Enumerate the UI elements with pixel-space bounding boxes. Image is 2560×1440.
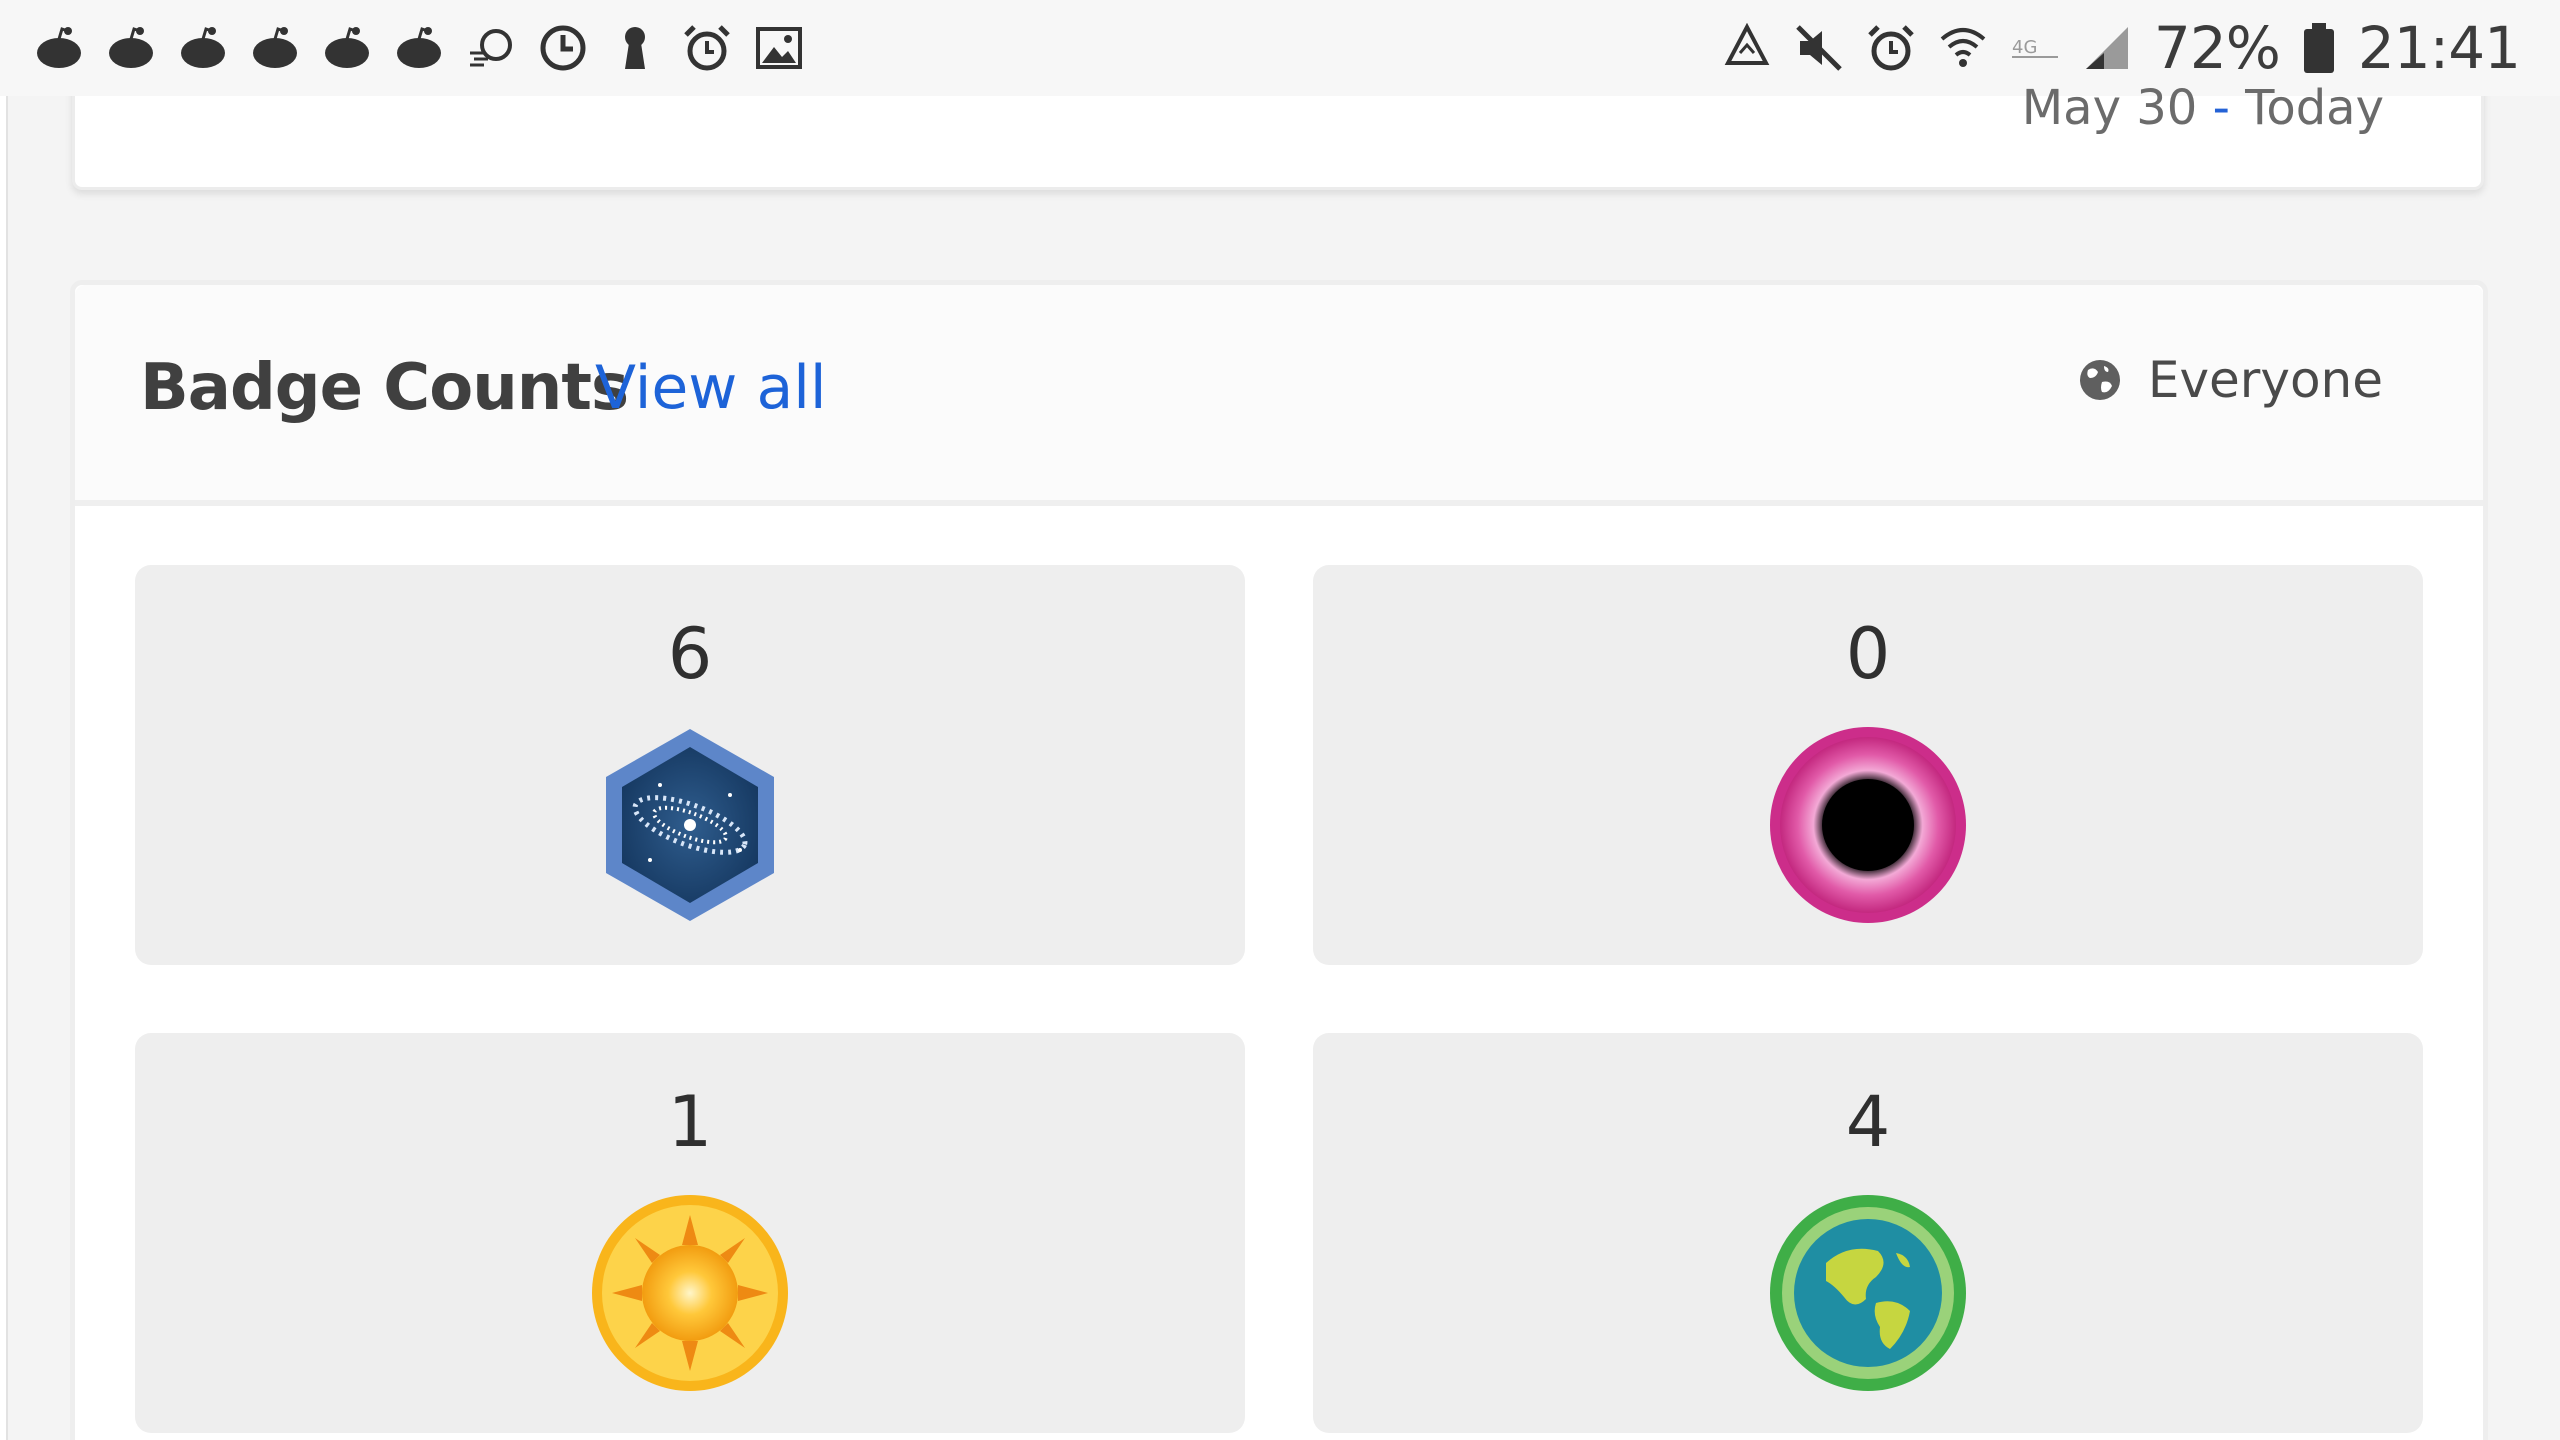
badge-tile-galaxy[interactable]: 6 <box>135 565 1245 965</box>
galaxy-badge-icon <box>590 725 790 925</box>
alarm-icon <box>682 23 732 73</box>
view-all-link[interactable]: View all <box>595 353 827 423</box>
reddit-icon <box>178 23 228 73</box>
audience-label: Everyone <box>2147 351 2383 409</box>
frame-right-edge <box>2524 96 2560 1440</box>
date-range[interactable]: May 30 - Today <box>2022 80 2384 136</box>
signal-icon <box>2082 23 2132 73</box>
lte-icon: 4G <box>2010 23 2060 73</box>
reddit-icon <box>322 23 372 73</box>
badge-tile-earth[interactable]: 4 <box>1313 1033 2423 1433</box>
globe-icon <box>2079 360 2120 400</box>
system-status: 4G 72% 21:41 <box>1722 14 2521 82</box>
reddit-icon <box>34 23 84 73</box>
section-title: Badge Counts <box>140 351 629 425</box>
mute-icon <box>1794 23 1844 73</box>
black-hole-badge-icon <box>1768 725 1968 925</box>
svg-text:4G: 4G <box>2012 37 2037 58</box>
audience-filter[interactable]: Everyone <box>2078 351 2383 409</box>
recycle-icon <box>1722 23 1772 73</box>
badge-count: 4 <box>1845 1081 1891 1163</box>
image-icon <box>754 23 804 73</box>
badge-counts-card: Badge Counts View all Everyone 6 0 1 4 <box>70 280 2488 1440</box>
reddit-icon <box>106 23 156 73</box>
alarm-icon <box>1866 23 1916 73</box>
badge-tile-sun[interactable]: 1 <box>135 1033 1245 1433</box>
battery-icon <box>2302 23 2336 73</box>
date-end: Today <box>2245 80 2384 136</box>
clock-icon <box>538 23 588 73</box>
frame-left-edge <box>0 96 8 1440</box>
sync-icon <box>466 23 516 73</box>
badge-counts-header: Badge Counts View all Everyone <box>75 285 2483 506</box>
app-screen: 4G 72% 21:41 May 30 - Today Badge Counts… <box>0 0 2560 1440</box>
keyhole-icon <box>610 23 660 73</box>
earth-badge-icon <box>1768 1193 1968 1393</box>
date-start: May 30 <box>2021 80 2198 136</box>
badge-count: 0 <box>1845 613 1891 695</box>
reddit-icon <box>394 23 444 73</box>
reddit-icon <box>250 23 300 73</box>
sun-badge-icon <box>590 1193 790 1393</box>
clock-time: 21:41 <box>2357 14 2521 82</box>
wifi-icon <box>1938 23 1988 73</box>
notification-icons <box>34 23 804 73</box>
battery-percent: 72% <box>2153 14 2281 82</box>
badge-count: 6 <box>667 613 713 695</box>
badge-tile-black-hole[interactable]: 0 <box>1313 565 2423 965</box>
badge-count: 1 <box>667 1081 713 1163</box>
date-separator: - <box>2212 80 2230 136</box>
